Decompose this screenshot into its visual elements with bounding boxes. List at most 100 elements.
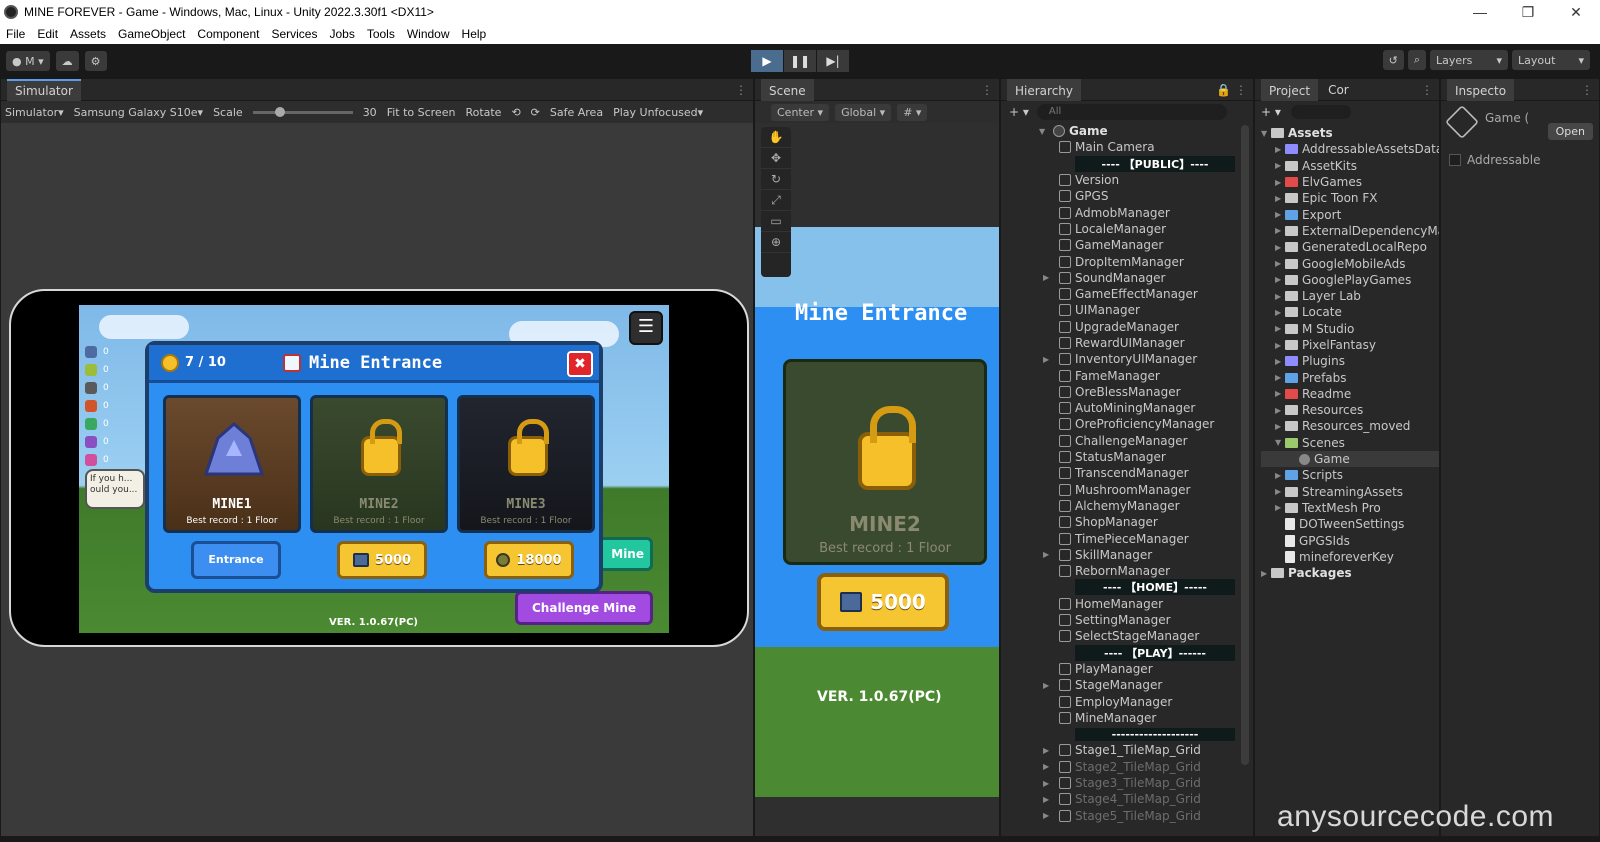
tab-console[interactable]: Cor bbox=[1328, 83, 1349, 97]
expand-arrow-icon[interactable]: ▶ bbox=[1043, 550, 1049, 559]
hierarchy-item[interactable]: UIManager bbox=[1039, 302, 1253, 318]
play-mode-dropdown[interactable]: Play Unfocused▾ bbox=[613, 106, 703, 119]
tab-inspector[interactable]: Inspecto bbox=[1447, 78, 1515, 101]
hierarchy-root-game[interactable]: ▼ Game bbox=[1001, 123, 1253, 139]
hierarchy-item[interactable]: ▶ Stage1_TileMap_Grid bbox=[1039, 742, 1253, 758]
hierarchy-item[interactable]: ▶ Stage2_TileMap_Grid bbox=[1039, 759, 1253, 775]
collab-button[interactable]: ⚙ bbox=[84, 51, 107, 71]
more-icon[interactable]: ⋮ bbox=[981, 83, 993, 97]
project-item[interactable]: Game bbox=[1261, 450, 1439, 468]
hierarchy-item[interactable]: EmployManager bbox=[1039, 693, 1253, 709]
hierarchy-separator[interactable]: ---- 【HOME】----- bbox=[1039, 579, 1253, 596]
simulator-mode-dropdown[interactable]: Simulator▾ bbox=[5, 106, 64, 119]
project-item[interactable]: ▶ ElvGames bbox=[1261, 174, 1439, 190]
hierarchy-item[interactable]: StatusManager bbox=[1039, 449, 1253, 465]
menu-edit[interactable]: Edit bbox=[31, 27, 64, 41]
expand-arrow-icon[interactable]: ▶ bbox=[1275, 210, 1285, 219]
scale-slider[interactable] bbox=[252, 106, 353, 117]
mine-card-3[interactable]: MINE3 Best record : 1 Floor bbox=[457, 395, 595, 533]
rotate-right-icon[interactable]: ⟳ bbox=[531, 106, 540, 119]
device-dropdown[interactable]: Samsung Galaxy S10e▾ bbox=[74, 106, 203, 119]
project-item[interactable]: ▼ Assets bbox=[1261, 125, 1439, 141]
hamburger-menu-button[interactable]: ☰ bbox=[629, 311, 663, 345]
hierarchy-item[interactable]: AdmobManager bbox=[1039, 204, 1253, 220]
hierarchy-item[interactable]: SelectStageManager bbox=[1039, 628, 1253, 644]
expand-arrow-icon[interactable]: ▶ bbox=[1275, 422, 1285, 431]
hierarchy-item[interactable]: AutoMiningManager bbox=[1039, 400, 1253, 416]
hierarchy-item[interactable]: AlchemyManager bbox=[1039, 498, 1253, 514]
fit-to-screen-button[interactable]: Fit to Screen bbox=[387, 106, 456, 119]
hierarchy-item[interactable]: OreProficiencyManager bbox=[1039, 416, 1253, 432]
project-item[interactable]: ▶ Prefabs bbox=[1261, 369, 1439, 385]
expand-arrow-icon[interactable]: ▶ bbox=[1275, 503, 1285, 512]
lock-icon[interactable]: 🔒 ⋮ bbox=[1216, 83, 1247, 97]
menu-gameobject[interactable]: GameObject bbox=[112, 27, 191, 41]
project-search-input[interactable] bbox=[1290, 105, 1351, 119]
hierarchy-item[interactable]: GameManager bbox=[1039, 237, 1253, 253]
expand-arrow-icon[interactable]: ▶ bbox=[1275, 226, 1285, 235]
hierarchy-separator[interactable]: ---- 【PLAY】------ bbox=[1039, 644, 1253, 661]
hierarchy-item[interactable]: MineManager bbox=[1039, 710, 1253, 726]
tab-scene[interactable]: Scene bbox=[761, 78, 814, 101]
project-item[interactable]: ▶ GoogleMobileAds bbox=[1261, 255, 1439, 271]
hierarchy-item[interactable]: ShopManager bbox=[1039, 514, 1253, 530]
rotate-tool[interactable]: ↻ bbox=[761, 169, 791, 190]
hierarchy-separator[interactable]: ------------------- bbox=[1039, 726, 1253, 742]
hierarchy-item[interactable]: RebornManager bbox=[1039, 563, 1253, 579]
hierarchy-separator[interactable]: ---- 【PUBLIC】---- bbox=[1039, 155, 1253, 172]
project-item[interactable]: ▼ Scenes bbox=[1261, 435, 1439, 451]
expand-arrow-icon[interactable]: ▶ bbox=[1043, 762, 1049, 771]
maximize-button[interactable]: ❐ bbox=[1504, 0, 1552, 24]
layout-dropdown[interactable]: Layout ▾ bbox=[1512, 50, 1590, 70]
scale-tool[interactable]: ⤢ bbox=[761, 190, 791, 211]
expand-arrow-icon[interactable]: ▶ bbox=[1275, 389, 1285, 398]
close-window-button[interactable]: ✕ bbox=[1552, 0, 1600, 24]
hierarchy-item[interactable]: TimePieceManager bbox=[1039, 530, 1253, 546]
layers-dropdown[interactable]: Layers ▾ bbox=[1430, 50, 1508, 70]
hierarchy-item[interactable]: OreBlessManager bbox=[1039, 384, 1253, 400]
hierarchy-item[interactable]: ▶ SkillManager bbox=[1039, 547, 1253, 563]
unlock-mine3-button[interactable]: 18000 bbox=[484, 541, 574, 579]
hierarchy-item[interactable]: GPGS bbox=[1039, 188, 1253, 204]
hierarchy-item[interactable]: TranscendManager bbox=[1039, 465, 1253, 481]
project-item[interactable]: ▶ GeneratedLocalRepo bbox=[1261, 239, 1439, 255]
search-button[interactable]: ⌕ bbox=[1407, 50, 1426, 70]
expand-arrow-icon[interactable]: ▼ bbox=[1261, 129, 1271, 138]
project-item[interactable]: ▶ Export bbox=[1261, 206, 1439, 222]
menu-jobs[interactable]: Jobs bbox=[323, 27, 360, 41]
game-view[interactable]: 0 0 0 0 0 0 0 If you h... ould you... ☰ … bbox=[79, 305, 669, 633]
move-tool[interactable]: ✥ bbox=[761, 148, 791, 169]
project-item[interactable]: ▶ StreamingAssets bbox=[1261, 484, 1439, 500]
expand-arrow-icon[interactable]: ▶ bbox=[1275, 324, 1285, 333]
tab-hierarchy[interactable]: Hierarchy bbox=[1007, 78, 1082, 101]
project-item[interactable]: ▶ Resources bbox=[1261, 402, 1439, 418]
menu-tools[interactable]: Tools bbox=[361, 27, 401, 41]
history-button[interactable]: ↺ bbox=[1382, 50, 1404, 70]
more-icon[interactable]: ⋮ bbox=[1581, 83, 1593, 97]
play-button[interactable]: ▶ bbox=[751, 50, 783, 72]
project-item[interactable]: mineforeverKey bbox=[1261, 549, 1439, 565]
expand-arrow-icon[interactable]: ▶ bbox=[1275, 341, 1285, 350]
hierarchy-item[interactable]: SettingManager bbox=[1039, 612, 1253, 628]
hierarchy-item[interactable]: PlayManager bbox=[1039, 661, 1253, 677]
hierarchy-item[interactable]: Version bbox=[1039, 172, 1253, 188]
mine-side-button[interactable]: Mine bbox=[597, 537, 653, 571]
project-item[interactable]: GPGSIds bbox=[1261, 532, 1439, 548]
project-item[interactable]: DOTweenSettings bbox=[1261, 516, 1439, 532]
expand-arrow-icon[interactable]: ▶ bbox=[1043, 273, 1049, 282]
menu-component[interactable]: Component bbox=[191, 27, 265, 41]
expand-arrow-icon[interactable]: ▶ bbox=[1275, 471, 1285, 480]
hierarchy-item[interactable]: Main Camera bbox=[1039, 139, 1253, 155]
hierarchy-item[interactable]: ▶ SoundManager bbox=[1039, 270, 1253, 286]
hierarchy-item[interactable]: ▶ InventoryUIManager bbox=[1039, 351, 1253, 367]
project-item[interactable]: ▶ Readme bbox=[1261, 386, 1439, 402]
menu-help[interactable]: Help bbox=[456, 27, 493, 41]
hierarchy-item[interactable]: DropItemManager bbox=[1039, 253, 1253, 269]
menu-window[interactable]: Window bbox=[401, 27, 456, 41]
project-item[interactable]: ▶ GooglePlayGames bbox=[1261, 272, 1439, 288]
expand-arrow-icon[interactable]: ▶ bbox=[1261, 569, 1271, 578]
hierarchy-item[interactable]: FameManager bbox=[1039, 367, 1253, 383]
expand-arrow-icon[interactable]: ▶ bbox=[1275, 308, 1285, 317]
project-item[interactable]: ▶ M Studio bbox=[1261, 321, 1439, 337]
expand-arrow-icon[interactable]: ▶ bbox=[1275, 292, 1285, 301]
